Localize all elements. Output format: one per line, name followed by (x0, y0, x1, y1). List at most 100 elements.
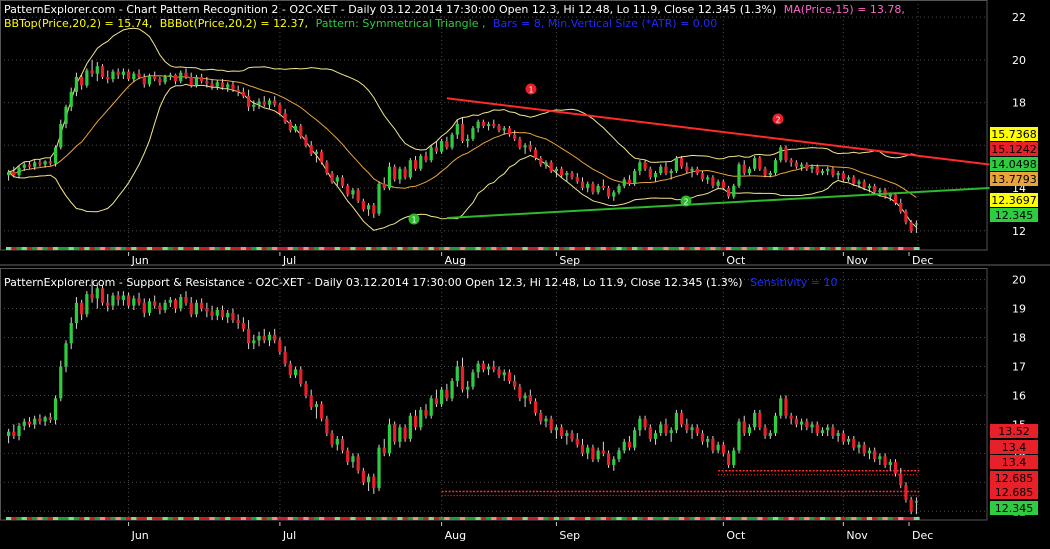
panel1-candle-body (659, 166, 663, 174)
panel1-candle-body (507, 128, 512, 135)
panel1-strip-segment (538, 247, 544, 250)
panel2-candle-body (226, 312, 230, 318)
panel1-strip-segment (887, 247, 894, 250)
panel1-candle-body (486, 123, 491, 127)
panel2-candle (753, 409, 757, 431)
panel1-strip-segment (329, 247, 336, 250)
panel2-candle-body (121, 295, 126, 300)
panel1-candle-body (163, 76, 167, 83)
panel1-candle-body (74, 76, 79, 92)
panel1-candle-body (539, 158, 543, 165)
panel1-candle-body (320, 151, 324, 163)
panel2-candle (560, 424, 564, 439)
panel2-candle-body (601, 450, 605, 454)
panel2-candle (413, 409, 418, 431)
panel2-candle-body (293, 369, 298, 376)
panel1-price-tag: 13.7793 (990, 172, 1038, 186)
panel1-bbtop-label: BBTop(Price,20,2) = 15.74, (4, 17, 152, 30)
panel2-strip-segment (376, 517, 383, 520)
panel2-ytick-label: 16 (1012, 389, 1026, 402)
panel1-strip-segment (167, 247, 174, 250)
panel1-candle-body (742, 164, 746, 174)
panel2-candle-body (163, 302, 167, 310)
panel1-candle-body (904, 211, 908, 223)
panel2-strip-segment (167, 517, 174, 520)
panel1-candle (784, 145, 788, 163)
panel1-strip-segment (292, 247, 299, 250)
panel2-strip-segment (783, 517, 790, 520)
panel1-candle-body (857, 181, 861, 184)
panel1-candle (732, 183, 736, 199)
panel2-candle (6, 428, 11, 444)
panel1-strip-segment (146, 247, 153, 250)
panel2-strip-segment (240, 517, 247, 520)
panel1-strip-segment (449, 247, 456, 250)
panel1-candle-body (257, 101, 261, 105)
panel2-candle-body (627, 441, 632, 448)
panel1-candle-body (586, 183, 590, 189)
panel1-candle (366, 202, 371, 216)
panel1-candle-body (580, 181, 585, 189)
panel1-candle-body (450, 134, 454, 148)
panel1-candle-body (325, 162, 329, 174)
panel1-candle-body (142, 76, 146, 85)
panel2-strip-segment (365, 517, 372, 520)
panel2-candle (773, 412, 778, 436)
panel2-candle-body (883, 456, 887, 465)
panel2-strip-segment (772, 517, 779, 520)
panel1-candle-body (466, 138, 470, 142)
panel2-strip-segment (6, 517, 12, 520)
panel2-strip-segment (402, 517, 409, 520)
panel2-candle-body (179, 296, 183, 309)
panel1-strip-segment (710, 247, 717, 250)
panel1-candle (100, 64, 105, 80)
panel2-candle-body (153, 301, 157, 306)
panel2-candle-body (210, 311, 214, 316)
panel2-candle (747, 424, 752, 436)
panel2-strip-segment (574, 517, 581, 520)
panel1-candle (586, 181, 590, 193)
panel2-candle (366, 473, 371, 492)
panel2-candle (669, 427, 673, 442)
panel1-strip-segment (360, 247, 367, 250)
panel1-strip-segment (845, 247, 852, 250)
panel1-strip-segment (26, 247, 33, 250)
panel2-candle (826, 424, 830, 436)
panel2-strip-segment (272, 517, 278, 520)
chart-canvas[interactable]: 1 1 2 2 121416182022121314151617181920Ju… (0, 0, 1050, 545)
panel2-candle-body (304, 383, 308, 396)
panel2-candle (544, 415, 548, 428)
panel1-strip-segment (21, 247, 28, 250)
panel2-candle (241, 317, 245, 332)
panel2-candle (732, 447, 736, 468)
panel1-candle-body (622, 179, 626, 186)
panel1-candle (638, 160, 642, 176)
panel2-candle-body (544, 418, 548, 422)
panel1-strip-segment (804, 247, 811, 250)
panel1-strip-segment (397, 247, 404, 250)
panel1-candle (403, 166, 407, 180)
panel1-candle-body (53, 147, 58, 164)
panel1-candle-body (554, 168, 559, 171)
panel1-candle (737, 162, 741, 189)
panel2-strip-segment (94, 517, 101, 520)
panel1-strip-segment (459, 247, 466, 250)
panel2-candle-body (173, 299, 178, 309)
panel2-strip-segment (830, 517, 837, 520)
panel1-price-tag: 12.345 (990, 208, 1038, 222)
panel1-candles (6, 59, 919, 233)
panel1-candle (486, 121, 491, 131)
panel2-candle (210, 305, 214, 321)
panel2-candle (476, 360, 480, 379)
panel1-candle-body (147, 75, 152, 85)
panel1-candle (820, 168, 825, 176)
panel1-strip-segment (903, 247, 910, 250)
panel1-candle (846, 175, 851, 182)
panel1-candle-body (205, 81, 209, 84)
panel2-candle (768, 430, 772, 439)
panel1-strip-segment (788, 247, 795, 250)
panel2-candle (565, 430, 569, 445)
panel2-candle-body (862, 444, 866, 454)
panel2-candle-body (351, 456, 355, 463)
panel2-candle-body (22, 421, 26, 426)
